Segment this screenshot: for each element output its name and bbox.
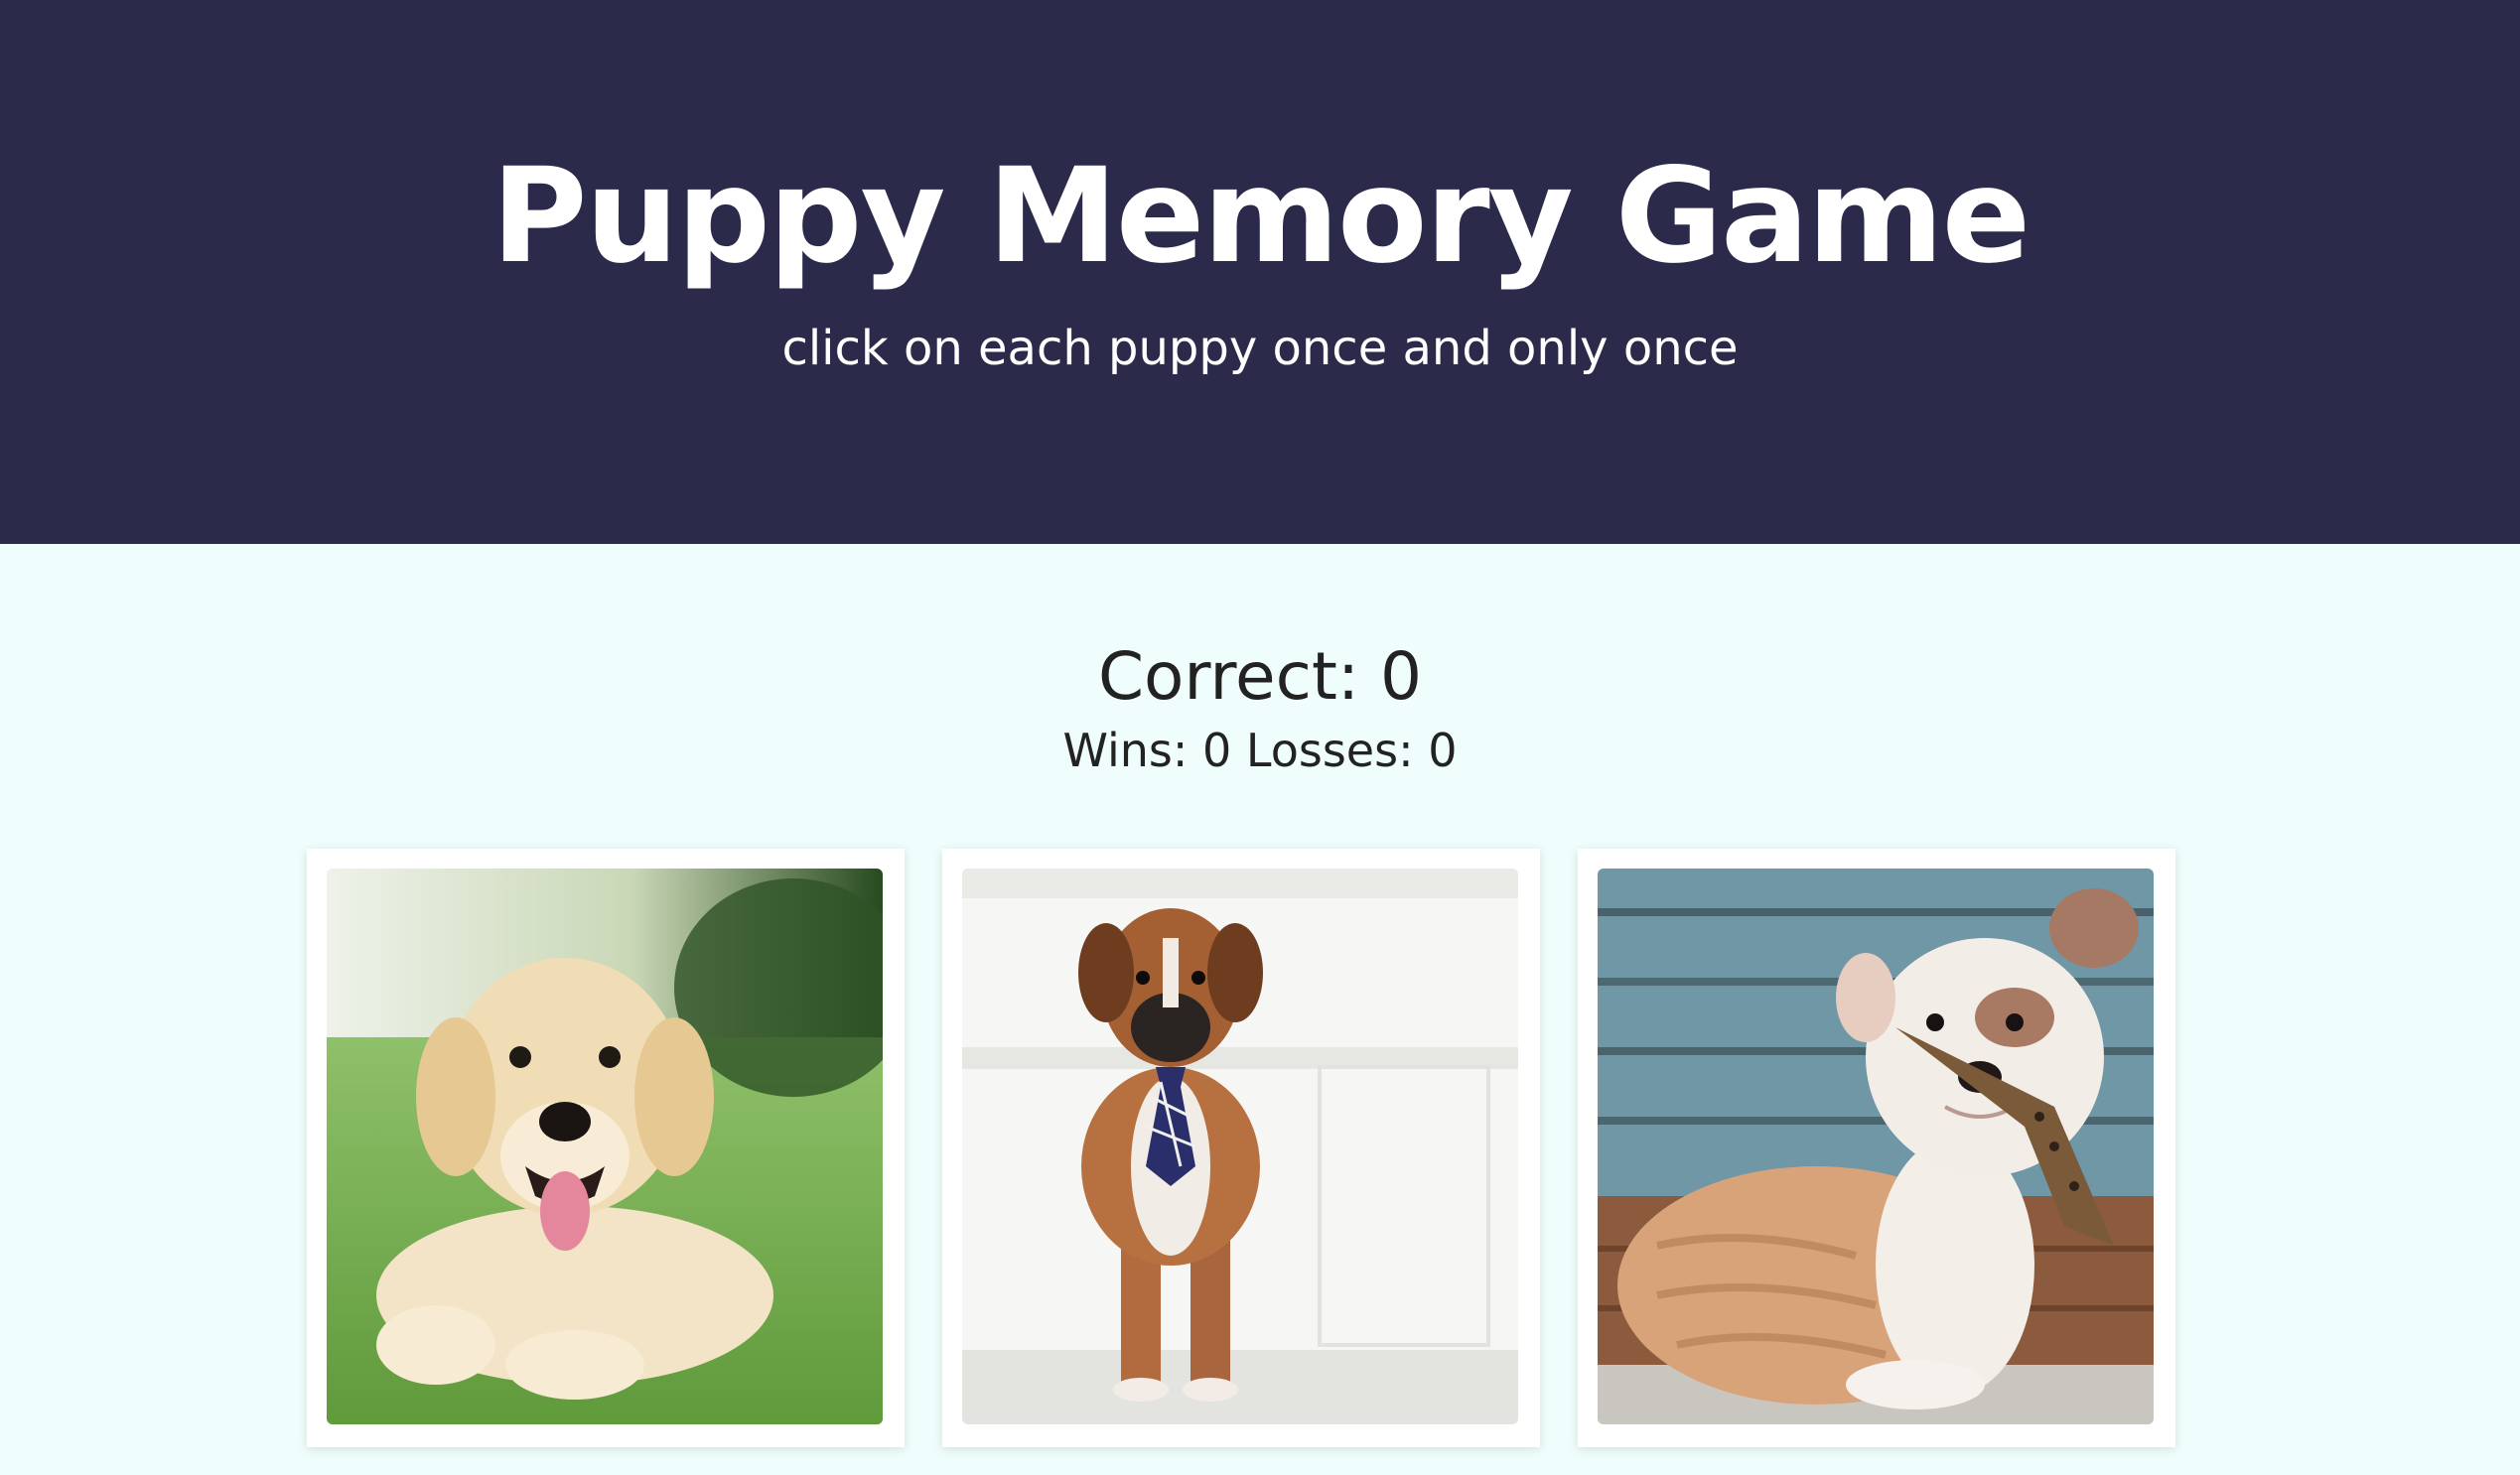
puppy-card-grid: [307, 849, 2217, 1447]
win-loss-record: Wins: 0 Losses: 0: [0, 723, 2520, 778]
bulldog-puppy-image: [1598, 869, 2154, 1424]
page-title: Puppy Memory Game: [490, 140, 2030, 293]
correct-count: Correct: 0: [1097, 638, 1423, 715]
header-banner: Puppy Memory Game click on each puppy on…: [0, 0, 2520, 544]
puppy-card-bulldog[interactable]: [1578, 849, 2175, 1447]
golden-retriever-puppy-image: [327, 869, 883, 1424]
scoreboard: Correct: 0 Wins: 0 Losses: 0: [0, 631, 2520, 778]
puppy-card-boxer[interactable]: [942, 849, 1540, 1447]
page-subtitle: click on each puppy once and only once: [781, 321, 1739, 376]
wins-count: Wins: 0: [1062, 724, 1232, 777]
boxer-puppy-image: [962, 869, 1518, 1424]
losses-count: Losses: 0: [1245, 724, 1458, 777]
puppy-card-golden-retriever[interactable]: [307, 849, 905, 1447]
